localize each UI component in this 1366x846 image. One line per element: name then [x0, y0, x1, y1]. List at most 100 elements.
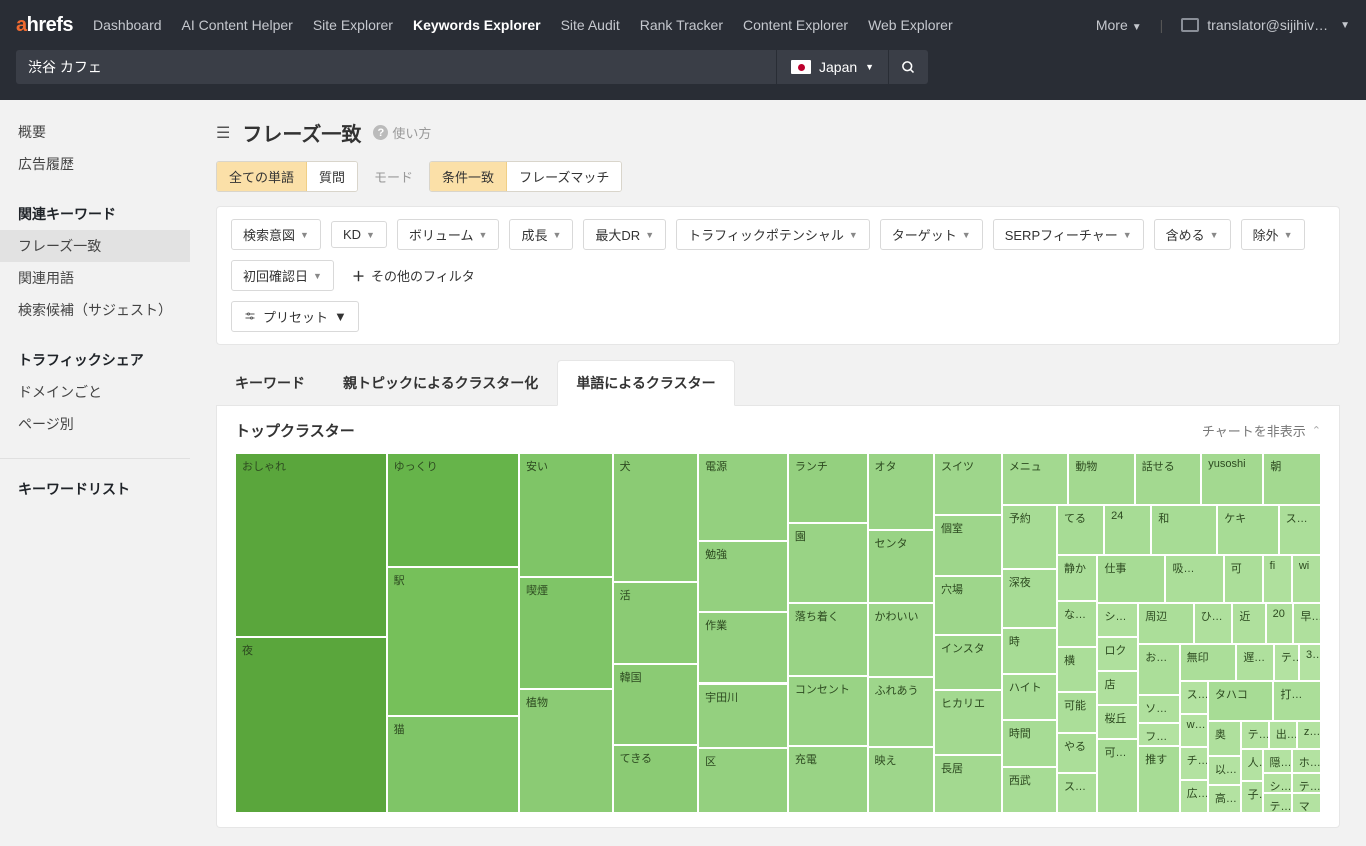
treemap-cell[interactable]: ハイト: [1002, 674, 1057, 720]
treemap-cell[interactable]: センタ: [868, 530, 934, 603]
nav-link[interactable]: Content Explorer: [743, 17, 848, 33]
treemap-cell[interactable]: フ…: [1138, 723, 1179, 745]
treemap-cell[interactable]: てる: [1057, 505, 1104, 554]
treemap-cell[interactable]: 西武: [1002, 767, 1057, 813]
filter-button[interactable]: ボリューム ▼: [397, 219, 500, 250]
filter-button[interactable]: 成長 ▼: [509, 219, 573, 250]
treemap-cell[interactable]: 映え: [868, 747, 934, 813]
treemap-cell[interactable]: チェン: [1180, 747, 1208, 780]
treemap-cell[interactable]: 猫: [387, 716, 519, 813]
treemap-cell[interactable]: 吸…: [1165, 555, 1223, 603]
treemap-cell[interactable]: タハコ: [1208, 681, 1273, 720]
treemap-cell[interactable]: 動物: [1068, 453, 1134, 505]
treemap-cell[interactable]: 充電: [788, 746, 868, 813]
treemap-cell[interactable]: シタン: [1097, 603, 1138, 637]
hide-chart-toggle[interactable]: チャートを非表示 ⌃: [1202, 421, 1321, 440]
treemap-cell[interactable]: 穴場: [934, 576, 1002, 634]
filter-button[interactable]: SERPフィーチャー ▼: [993, 219, 1144, 250]
treemap-cell[interactable]: 勉強: [698, 541, 788, 612]
treemap-cell[interactable]: 桜丘: [1097, 705, 1138, 739]
treemap-cell[interactable]: スイツ: [934, 453, 1002, 515]
filter-button[interactable]: トラフィックポテンシャル ▼: [676, 219, 870, 250]
treemap-cell[interactable]: テ…: [1263, 793, 1292, 813]
treemap-cell[interactable]: 静か: [1057, 555, 1097, 601]
segment-option[interactable]: フレーズマッチ: [507, 162, 621, 191]
nav-more[interactable]: More▼: [1096, 17, 1142, 33]
treemap-cell[interactable]: 和: [1151, 505, 1217, 554]
filter-button[interactable]: KD ▼: [331, 221, 387, 248]
treemap-cell[interactable]: 個室: [934, 515, 1002, 577]
treemap-cell[interactable]: コンセント: [788, 676, 868, 746]
treemap-cell[interactable]: 無印: [1180, 644, 1237, 681]
nav-link[interactable]: Dashboard: [93, 17, 162, 33]
filter-button[interactable]: 除外 ▼: [1241, 219, 1305, 250]
treemap-cell[interactable]: スクラ…: [1279, 505, 1321, 554]
sidebar-item[interactable]: ページ別: [0, 408, 190, 440]
treemap-cell[interactable]: 落ち着く: [788, 603, 868, 676]
nav-link[interactable]: Keywords Explorer: [413, 17, 541, 33]
nav-user[interactable]: translator@sijihiv…▼: [1181, 17, 1350, 33]
treemap-cell[interactable]: 遅…: [1236, 644, 1274, 681]
filter-button[interactable]: 含める ▼: [1154, 219, 1231, 250]
treemap-cell[interactable]: 園: [788, 523, 868, 603]
treemap-cell[interactable]: 活: [613, 582, 699, 664]
treemap-cell[interactable]: ひ…: [1194, 603, 1233, 645]
menu-icon[interactable]: ☰: [216, 123, 230, 143]
treemap-cell[interactable]: 駅: [387, 567, 519, 716]
treemap-cell[interactable]: 可能: [1057, 692, 1097, 732]
sidebar-item[interactable]: 広告履歴: [0, 148, 190, 180]
sidebar-item[interactable]: 概要: [0, 116, 190, 148]
nav-link[interactable]: Site Audit: [561, 17, 620, 33]
treemap-cell[interactable]: 隠…: [1263, 749, 1292, 773]
segment-option[interactable]: 質問: [307, 162, 357, 191]
treemap-cell[interactable]: やる: [1057, 733, 1097, 773]
treemap-cell[interactable]: 横: [1057, 647, 1097, 693]
treemap-cell[interactable]: 犬: [613, 453, 699, 582]
treemap-cell[interactable]: お…: [1138, 644, 1179, 695]
tab[interactable]: 単語によるクラスター: [557, 360, 734, 406]
treemap-cell[interactable]: 仕事: [1097, 555, 1165, 603]
treemap-cell[interactable]: 24: [1104, 505, 1151, 554]
search-input[interactable]: [16, 50, 776, 84]
sidebar-item[interactable]: 関連用語: [0, 262, 190, 294]
tab[interactable]: 親トピックによるクラスター化: [324, 360, 557, 406]
treemap-cell[interactable]: 近: [1232, 603, 1265, 645]
treemap-cell[interactable]: 奥: [1208, 721, 1241, 757]
treemap-cell[interactable]: z…: [1297, 721, 1321, 750]
help-link[interactable]: ?使い方: [373, 123, 431, 142]
treemap-cell[interactable]: 時間: [1002, 720, 1057, 766]
nav-link[interactable]: Rank Tracker: [640, 17, 723, 33]
treemap-cell[interactable]: ヒカリエ: [934, 690, 1002, 755]
treemap-cell[interactable]: 人: [1241, 749, 1263, 781]
treemap-cell[interactable]: ロク: [1097, 637, 1138, 671]
treemap-cell[interactable]: ランチ: [788, 453, 868, 523]
treemap-cell[interactable]: インスタ: [934, 635, 1002, 690]
treemap-cell[interactable]: オタ: [868, 453, 934, 530]
treemap-cell[interactable]: おしゃれ: [235, 453, 387, 637]
treemap-cell[interactable]: 植物: [519, 689, 613, 813]
treemap-cell[interactable]: 作業: [698, 612, 788, 683]
treemap-cell[interactable]: 推す: [1138, 746, 1179, 813]
treemap-cell[interactable]: 宇田川: [698, 684, 788, 749]
treemap-cell[interactable]: 予約: [1002, 505, 1057, 568]
preset-button[interactable]: プリセット▼: [231, 301, 359, 332]
treemap-cell[interactable]: 長居: [934, 755, 1002, 813]
treemap-cell[interactable]: 可: [1224, 555, 1263, 603]
treemap-cell[interactable]: てきる: [613, 745, 699, 813]
filter-button[interactable]: 検索意図 ▼: [231, 219, 321, 250]
treemap-cell[interactable]: マ: [1292, 793, 1321, 813]
treemap-cell[interactable]: 高…: [1208, 785, 1241, 813]
treemap-cell[interactable]: 子…: [1241, 781, 1263, 813]
treemap-cell[interactable]: 夜: [235, 637, 387, 813]
segment-option[interactable]: 全ての単語: [217, 162, 307, 191]
sidebar-item[interactable]: フレーズ一致: [0, 230, 190, 262]
treemap-cell[interactable]: かわいい: [868, 603, 934, 676]
treemap-cell[interactable]: 20: [1266, 603, 1294, 645]
treemap-cell[interactable]: 深夜: [1002, 569, 1057, 628]
country-select[interactable]: Japan▼: [776, 50, 888, 84]
treemap-cell[interactable]: 区: [698, 748, 788, 813]
treemap-cell[interactable]: 韓国: [613, 664, 699, 746]
search-button[interactable]: [888, 50, 928, 84]
treemap-cell[interactable]: 話せる: [1135, 453, 1201, 505]
treemap-cell[interactable]: wifi: [1180, 714, 1208, 747]
